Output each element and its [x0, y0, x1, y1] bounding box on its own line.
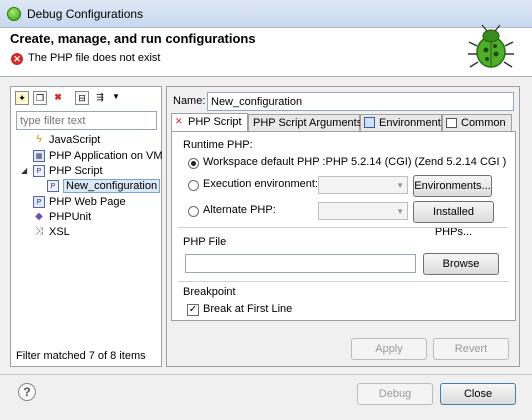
view-menu-chevron-icon[interactable]: ▼	[109, 91, 123, 105]
close-button[interactable]: Close	[440, 383, 516, 405]
tree-item-new-configuration[interactable]: P New_configuration	[47, 178, 161, 194]
debug-bug-icon	[468, 24, 514, 68]
tree-item-xsl[interactable]: ⤨ XSL	[33, 224, 70, 240]
combo-arrow-icon: ▼	[396, 181, 404, 190]
launch-config-panel: ✦ ❐ ✖ ⊟ ⇶ ▼ ϟ JavaScript ▦ PHP Applicati…	[10, 86, 163, 367]
runtime-php-title: Runtime PHP:	[183, 139, 253, 151]
name-input[interactable]	[207, 92, 514, 111]
help-icon[interactable]: ?	[18, 383, 36, 401]
environment-icon	[364, 117, 375, 128]
php-web-icon: P	[33, 196, 45, 208]
collapse-all-icon[interactable]: ⊟	[75, 91, 89, 105]
dialog-heading: Create, manage, and run configurations	[10, 31, 256, 46]
php-script-tab-content: Runtime PHP: Workspace default PHP :PHP …	[171, 131, 516, 321]
javascript-icon: ϟ	[36, 134, 42, 145]
tree-item-php-web-page[interactable]: P PHP Web Page	[33, 194, 126, 210]
filter-status: Filter matched 7 of 8 items	[16, 350, 146, 362]
alternate-php-radio[interactable]	[188, 206, 199, 217]
php-file-input[interactable]	[185, 254, 416, 273]
phpunit-icon: ◆	[35, 211, 43, 222]
alternate-php-label: Alternate PHP:	[203, 204, 276, 216]
tree-item-javascript[interactable]: ϟ JavaScript	[33, 132, 100, 148]
new-config-icon[interactable]: ✦	[15, 91, 29, 105]
filter-icon[interactable]: ⇶	[93, 91, 107, 105]
php-app-icon: ▦	[33, 150, 45, 162]
alternate-php-combo[interactable]: ▼	[318, 202, 408, 220]
filter-input[interactable]	[16, 111, 157, 130]
workspace-default-radio[interactable]	[188, 158, 199, 169]
debug-button[interactable]: Debug	[357, 383, 433, 405]
installed-phps-button[interactable]: Installed PHPs...	[413, 201, 494, 238]
title-bar: Debug Configurations	[0, 0, 532, 28]
tab-common[interactable]: Common	[442, 114, 512, 132]
tree-item-php-script[interactable]: P PHP Script	[33, 163, 103, 179]
section-divider	[178, 281, 508, 282]
eclipse-app-icon	[7, 7, 21, 21]
name-label: Name:	[173, 95, 206, 107]
tab-php-script-arguments[interactable]: PHP Script Arguments	[248, 114, 362, 132]
environments-button[interactable]: Environments...	[413, 175, 492, 197]
break-first-line-label: Break at First Line	[203, 303, 293, 315]
dialog-header: Create, manage, and run configurations ✕…	[0, 28, 532, 77]
combo-arrow-icon: ▼	[396, 207, 404, 216]
configuration-editor: Name: ✕ PHP Script PHP Script Arguments …	[166, 86, 520, 367]
tree-item-phpunit[interactable]: ◆ PHPUnit	[33, 209, 91, 225]
breakpoint-title: Breakpoint	[183, 286, 236, 298]
error-message: The PHP file does not exist	[28, 52, 161, 64]
section-divider	[178, 227, 508, 228]
browse-button[interactable]: Browse	[423, 253, 499, 275]
window-title: Debug Configurations	[27, 7, 144, 21]
tree-item-php-application-vm[interactable]: ▦ PHP Application on VM	[33, 148, 163, 164]
execution-environment-label: Execution environment:	[203, 178, 318, 190]
duplicate-icon[interactable]: ❐	[33, 91, 47, 105]
tab-php-script[interactable]: ✕ PHP Script	[171, 113, 248, 133]
tab-error-icon: ✕	[175, 116, 183, 126]
php-config-icon: P	[47, 180, 59, 192]
tab-environment[interactable]: Environment	[360, 114, 442, 132]
php-script-icon: P	[33, 165, 45, 177]
execution-environment-radio[interactable]	[188, 180, 199, 191]
workspace-default-label: Workspace default PHP :PHP 5.2.14 (CGI) …	[203, 156, 507, 168]
tab-strip: ✕ PHP Script PHP Script Arguments Enviro…	[171, 113, 517, 133]
error-icon: ✕	[11, 53, 23, 65]
revert-button[interactable]: Revert	[433, 338, 509, 360]
execution-environment-combo[interactable]: ▼	[318, 176, 408, 194]
php-file-title: PHP File	[183, 236, 227, 248]
expand-chevron-icon[interactable]: ◢	[21, 166, 27, 175]
xsl-icon: ⤨	[35, 226, 43, 237]
apply-button[interactable]: Apply	[351, 338, 427, 360]
delete-icon[interactable]: ✖	[51, 91, 65, 105]
break-first-line-checkbox[interactable]: ✓	[187, 304, 199, 316]
common-icon	[446, 118, 457, 128]
